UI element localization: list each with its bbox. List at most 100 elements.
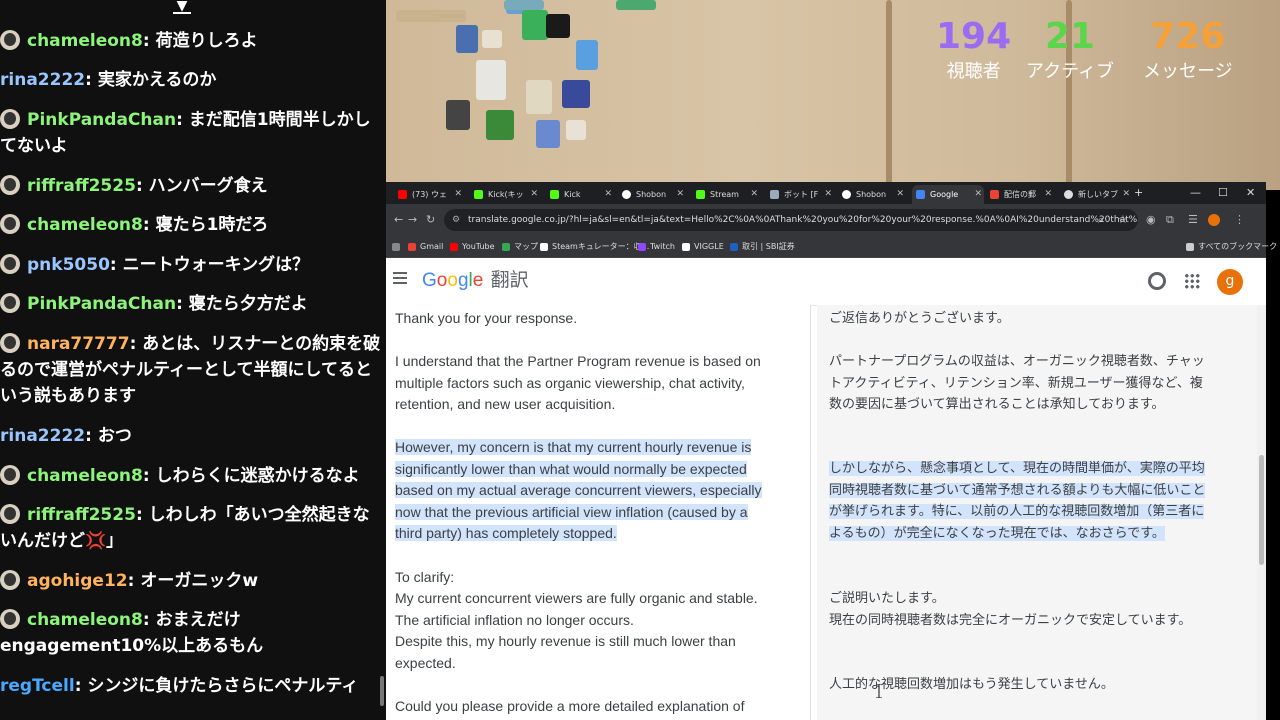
profile-avatar[interactable] (1208, 214, 1220, 226)
chat-username[interactable]: PinkPandaChan (27, 110, 176, 130)
sbi-icon (730, 243, 738, 251)
browser-tab[interactable]: 新しいタブ ✕ (1060, 185, 1132, 204)
bookmark-label: VIGGLE (694, 242, 724, 251)
bookmark-item[interactable]: Twitch (638, 240, 675, 254)
source-paragraph-highlighted: However, my concern is that my current h… (395, 437, 763, 545)
browser-tab-active[interactable]: Google ✕ (912, 185, 984, 204)
chat-username[interactable]: pnk5050 (27, 255, 110, 275)
wall-sticker (616, 0, 656, 10)
chat-text: ニートウォーキングは？ (122, 255, 310, 275)
bookmark-star-icon[interactable]: ☆ (1118, 212, 1128, 228)
browser-tab[interactable]: Shobon ✕ (618, 185, 686, 204)
translation-paragraph: パートナープログラムの収益は、オーガニック視聴者数、チャットアクティビティ、リテ… (829, 354, 1205, 412)
source-paragraph: Despite this, my hourly revenue is still… (395, 633, 736, 671)
close-tab-icon[interactable]: ✕ (1122, 185, 1130, 204)
chat-text: 荷造りしろよ (155, 31, 258, 51)
text-cursor-icon (876, 684, 882, 698)
browser-tab[interactable]: Stream ✕ (692, 185, 760, 204)
close-window-icon[interactable]: ✕ (1246, 182, 1255, 204)
translation-paragraph: 現在の同時視聴者数は完全にオーガニックで安定しています。 (829, 613, 1192, 628)
forward-icon[interactable]: → (408, 212, 417, 228)
close-tab-icon[interactable]: ✕ (530, 185, 538, 204)
chat-text: オーガニックw (140, 571, 259, 591)
translation-panes: Thank you for your response. I understan… (386, 305, 1266, 720)
close-tab-icon[interactable]: ✕ (750, 185, 758, 204)
close-tab-icon[interactable]: ✕ (454, 185, 462, 204)
chat-username[interactable]: PinkPandaChan (27, 294, 176, 314)
bookmark-item[interactable]: マップ (502, 240, 538, 254)
chat-username[interactable]: chameleon8 (27, 466, 143, 486)
close-tab-icon[interactable]: ✕ (974, 185, 982, 204)
chat-message: PinkPandaChan: 寝たら夕方だよ (0, 291, 384, 317)
bookmark-item[interactable]: Gmail (408, 240, 443, 254)
wall-sticker (504, 0, 544, 10)
maximize-icon[interactable]: ☐ (1218, 182, 1228, 204)
close-tab-icon[interactable]: ✕ (1044, 185, 1052, 204)
chat-message: regTcell: シンジに負けたらさらにペナルティ (0, 676, 359, 696)
bookmark-item[interactable]: 取引 | SBI証券 (730, 240, 795, 254)
bookmark-item[interactable]: Steamキュレーター：収... (540, 240, 649, 254)
settings-gear-icon[interactable] (1148, 272, 1166, 290)
new-tab-icon[interactable]: + (1134, 182, 1143, 204)
extension-icon[interactable]: ◉ (1146, 212, 1156, 228)
tab-title: Shobon (856, 190, 887, 199)
address-bar[interactable]: ⚙ translate.google.co.jp/?hl=ja&sl=en&tl… (444, 209, 1138, 231)
chat-username[interactable]: chameleon8 (27, 31, 143, 51)
viggle-icon (682, 243, 690, 251)
source-paragraph: Could you please provide a more detailed… (395, 698, 745, 714)
minimize-icon[interactable]: — (1190, 182, 1201, 204)
browser-tab[interactable]: Kick(キッ ✕ (470, 185, 540, 204)
service-name: 翻訳 (490, 270, 529, 291)
browser-tab[interactable]: 配信の郵 ✕ (986, 185, 1054, 204)
chat-scrollbar[interactable] (380, 676, 384, 706)
extensions-puzzle-icon[interactable]: ⧉ (1166, 212, 1174, 228)
close-tab-icon[interactable]: ✕ (604, 185, 612, 204)
collapse-chat-icon[interactable]: ▼ (170, 0, 194, 18)
reload-icon[interactable]: ↻ (426, 212, 435, 228)
grid-icon (392, 243, 400, 251)
chat-username[interactable]: nara77777 (27, 334, 130, 354)
source-text-area[interactable]: Thank you for your response. I understan… (386, 305, 811, 720)
chat-username[interactable]: rina2222 (0, 70, 85, 90)
close-tab-icon[interactable]: ✕ (824, 185, 832, 204)
youtube-icon (398, 190, 407, 199)
google-apps-icon[interactable] (1184, 273, 1200, 289)
chat-message: chameleon8: 荷造りしろよ (0, 28, 384, 54)
back-icon[interactable]: ← (394, 212, 403, 228)
browser-tab[interactable]: (73) ウェ ✕ (394, 185, 464, 204)
google-translate-logo[interactable]: Google 翻訳 (422, 270, 529, 292)
zoom-icon[interactable]: ⌕ (1098, 212, 1104, 228)
chat-username[interactable]: regTcell (0, 676, 75, 696)
wall-sticker (576, 40, 598, 70)
all-bookmarks[interactable]: すべてのブックマーク (1186, 240, 1277, 254)
user-avatar (0, 570, 20, 590)
chat-username[interactable]: rina2222 (0, 426, 85, 446)
menu-icon[interactable]: ⋮ (1234, 212, 1245, 228)
chat-username[interactable]: chameleon8 (27, 610, 143, 630)
chat-username[interactable]: riffraff2525 (27, 505, 136, 525)
tab-title: (73) ウェ (412, 190, 447, 199)
page-scrollbar[interactable] (1257, 305, 1266, 720)
site-info-icon[interactable]: ⚙ (452, 209, 460, 231)
viewers-label: 視聴者 (946, 61, 1001, 82)
bookmark-item[interactable]: VIGGLE (682, 240, 724, 254)
main-menu-icon[interactable] (393, 272, 407, 284)
browser-tab[interactable]: Kick ✕ (546, 185, 614, 204)
source-paragraph: To clarify: (395, 569, 455, 585)
close-tab-icon[interactable]: ✕ (896, 185, 904, 204)
chat-username[interactable]: chameleon8 (27, 215, 143, 235)
user-avatar (0, 465, 20, 485)
browser-tab[interactable]: ボット [F ✕ (766, 185, 834, 204)
bookmark-label: YouTube (462, 242, 495, 251)
stream-video: 194 視聴者 21 アクティブ 726 メッセージ (386, 0, 1280, 190)
close-tab-icon[interactable]: ✕ (676, 185, 684, 204)
scrollbar-thumb[interactable] (1259, 455, 1264, 565)
browser-tab[interactable]: Shobon ✕ (838, 185, 906, 204)
user-avatar (0, 293, 20, 313)
reading-list-icon[interactable]: ☰ (1188, 212, 1198, 228)
bookmark-item[interactable]: YouTube (450, 240, 495, 254)
chat-username[interactable]: riffraff2525 (27, 176, 136, 196)
chat-username[interactable]: agohige12 (27, 571, 128, 591)
all-bookmarks-label: すべてのブックマーク (1198, 242, 1278, 251)
account-avatar[interactable]: g (1217, 269, 1243, 295)
